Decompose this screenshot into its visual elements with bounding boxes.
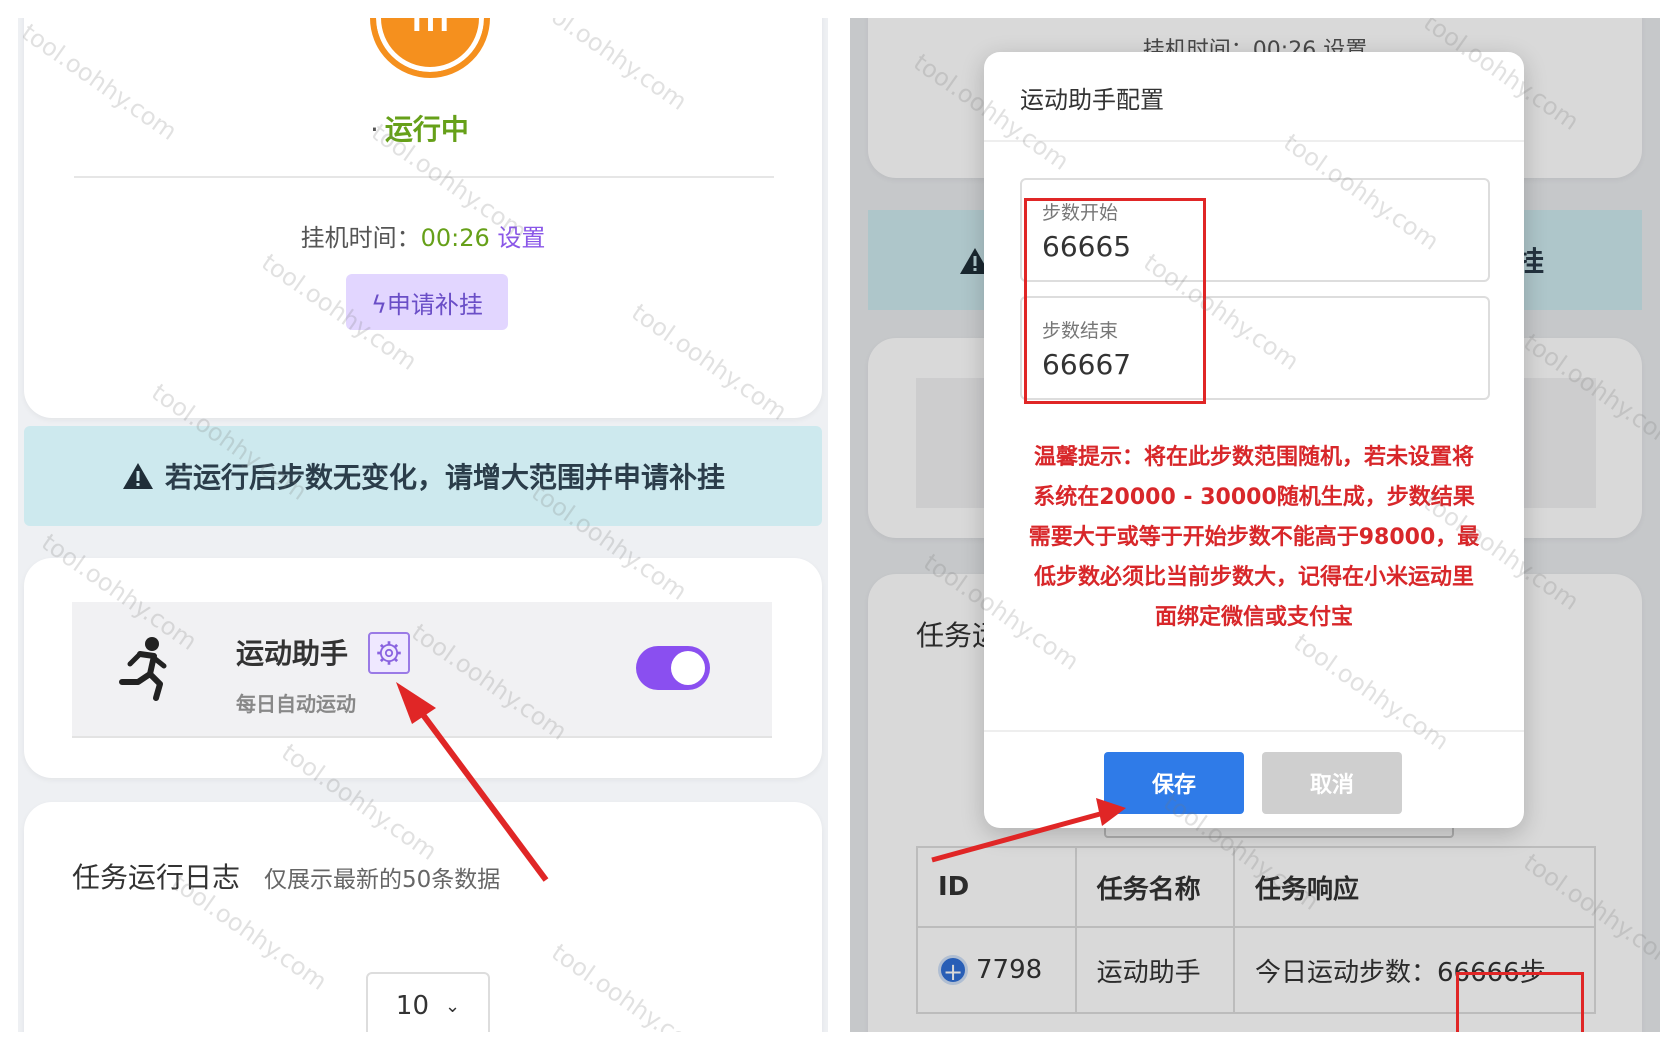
hang-setting-link[interactable]: 设置 — [497, 224, 545, 252]
running-icon — [119, 637, 167, 701]
left-screenshot: ITI · 运行中 挂机时间：00:26 设置 ϟ申请补挂 若运行后步数无变化，请… — [18, 18, 828, 1032]
hang-time-row: 挂机时间：00:26 设置 — [24, 218, 822, 253]
warning-icon — [121, 461, 155, 491]
settings-gear-icon[interactable] — [368, 632, 410, 674]
cancel-button[interactable]: 取消 — [1262, 752, 1402, 814]
app-logo-icon: ITI — [370, 18, 490, 78]
annotation-highlight-box — [1024, 198, 1206, 404]
sport-assistant-title: 运动助手 — [236, 637, 349, 670]
divider — [74, 176, 774, 178]
modal-title: 运动助手配置 — [1020, 86, 1164, 114]
task-log-subtitle: 仅展示最新的50条数据 — [264, 867, 501, 893]
page-size-select[interactable]: 10 ⌄ — [366, 972, 490, 1032]
toggle-knob — [671, 651, 705, 685]
lightning-icon: ϟ — [371, 290, 387, 319]
run-status: · 运行中 — [370, 113, 469, 146]
annotation-highlight-box — [1456, 972, 1584, 1032]
sport-assistant-card: 运动助手 每日自动运动 — [24, 558, 822, 778]
hang-time-value: 00:26 — [420, 224, 490, 252]
run-status-text: 运行中 — [384, 113, 469, 146]
sport-assistant-item: 运动助手 每日自动运动 — [72, 602, 772, 738]
sport-assistant-subtitle: 每日自动运动 — [236, 692, 356, 716]
save-button[interactable]: 保存 — [1104, 752, 1244, 814]
tip-text: 温馨提示：将在此步数范围随机，若未设置将系统在20000 - 30000随机生成… — [1028, 445, 1480, 630]
hang-time-label: 挂机时间： — [300, 224, 421, 252]
sport-assistant-toggle[interactable] — [636, 646, 710, 690]
apply-rehang-button[interactable]: ϟ申请补挂 — [346, 274, 508, 330]
task-log-title: 任务运行日志 — [72, 861, 241, 894]
divider — [984, 730, 1524, 732]
task-log-card: 任务运行日志 仅展示最新的50条数据 10 ⌄ — [24, 802, 822, 1032]
divider — [984, 140, 1524, 142]
warning-alert: 若运行后步数无变化，请增大范围并申请补挂 — [24, 426, 822, 526]
sport-config-modal: 运动助手配置 步数开始 66665 步数结束 66667 温馨提示：将在此步数范… — [984, 52, 1524, 828]
right-screenshot: 挂机时间：00:26 设置 挂 任务运 ID 任务名称 任务响应 +7798 运… — [850, 18, 1660, 1032]
chevron-down-icon: ⌄ — [445, 995, 461, 1017]
warning-text: 若运行后步数无变化，请增大范围并申请补挂 — [164, 461, 725, 494]
status-card: ITI · 运行中 挂机时间：00:26 设置 ϟ申请补挂 — [24, 18, 822, 418]
